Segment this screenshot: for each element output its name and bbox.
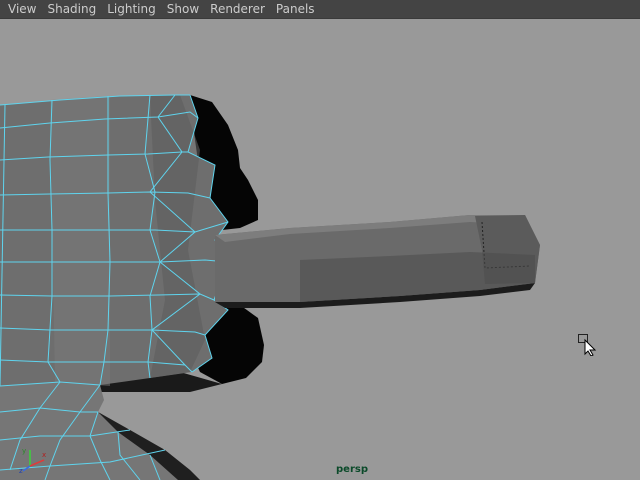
svg-text:z: z bbox=[19, 467, 23, 474]
menu-panels[interactable]: Panels bbox=[268, 0, 315, 19]
menu-bar: View Shading Lighting Show Renderer Pane… bbox=[0, 0, 640, 19]
menu-renderer[interactable]: Renderer bbox=[202, 0, 265, 19]
menu-lighting[interactable]: Lighting bbox=[99, 0, 156, 19]
menu-view[interactable]: View bbox=[0, 0, 36, 19]
axis-gizmo-icon: y x z bbox=[19, 447, 46, 474]
mesh-light-band bbox=[50, 96, 110, 386]
mouse-cursor-icon bbox=[578, 334, 597, 356]
menu-show[interactable]: Show bbox=[159, 0, 199, 19]
svg-text:x: x bbox=[42, 451, 46, 459]
camera-name-label: persp bbox=[336, 464, 368, 475]
svg-text:y: y bbox=[22, 447, 26, 455]
scene-canvas[interactable] bbox=[0, 19, 640, 480]
perspective-viewport[interactable]: y x z bbox=[0, 19, 640, 480]
cylinder-side-darkening bbox=[300, 252, 535, 302]
menu-shading[interactable]: Shading bbox=[39, 0, 96, 19]
